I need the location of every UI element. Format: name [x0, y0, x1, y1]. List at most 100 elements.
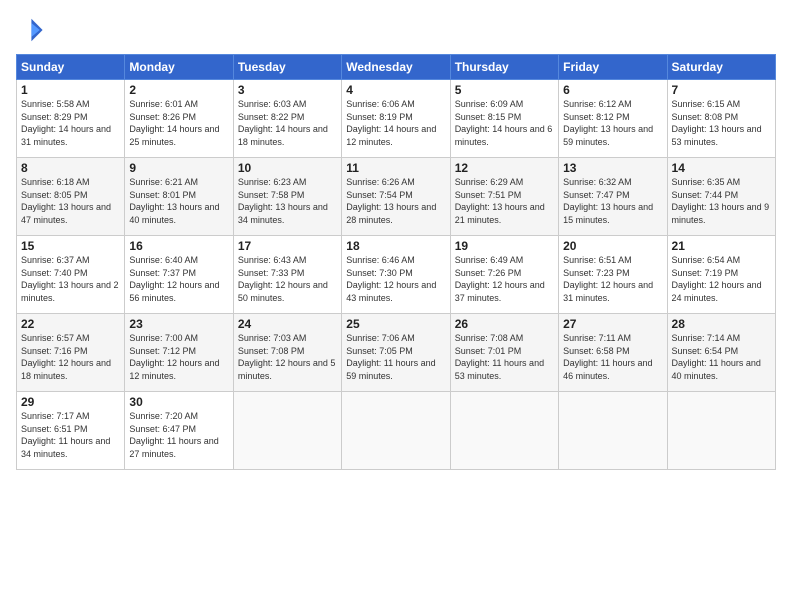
- calendar-cell: 22 Sunrise: 6:57 AM Sunset: 7:16 PM Dayl…: [17, 314, 125, 392]
- sunrise: Sunrise: 6:40 AM: [129, 255, 198, 265]
- sunset: Sunset: 7:01 PM: [455, 346, 522, 356]
- sunset: Sunset: 7:05 PM: [346, 346, 413, 356]
- sunrise: Sunrise: 6:15 AM: [672, 99, 741, 109]
- day-number: 27: [563, 317, 662, 331]
- daylight-label: Daylight: 12 hours and 43 minutes.: [346, 280, 436, 303]
- sunset: Sunset: 7:30 PM: [346, 268, 413, 278]
- day-number: 3: [238, 83, 337, 97]
- sunset: Sunset: 7:12 PM: [129, 346, 196, 356]
- calendar-week-5: 29 Sunrise: 7:17 AM Sunset: 6:51 PM Dayl…: [17, 392, 776, 470]
- day-info: Sunrise: 6:15 AM Sunset: 8:08 PM Dayligh…: [672, 98, 771, 148]
- day-number: 16: [129, 239, 228, 253]
- page: Sunday Monday Tuesday Wednesday Thursday…: [0, 0, 792, 612]
- daylight-label: Daylight: 13 hours and 59 minutes.: [563, 124, 653, 147]
- calendar-cell: 16 Sunrise: 6:40 AM Sunset: 7:37 PM Dayl…: [125, 236, 233, 314]
- sunrise: Sunrise: 7:00 AM: [129, 333, 198, 343]
- calendar-cell: 11 Sunrise: 6:26 AM Sunset: 7:54 PM Dayl…: [342, 158, 450, 236]
- calendar-cell: 23 Sunrise: 7:00 AM Sunset: 7:12 PM Dayl…: [125, 314, 233, 392]
- sunrise: Sunrise: 7:11 AM: [563, 333, 631, 343]
- sunrise: Sunrise: 6:46 AM: [346, 255, 415, 265]
- sunrise: Sunrise: 6:18 AM: [21, 177, 90, 187]
- daylight-label: Daylight: 12 hours and 56 minutes.: [129, 280, 219, 303]
- sunset: Sunset: 7:19 PM: [672, 268, 739, 278]
- sunset: Sunset: 6:51 PM: [21, 424, 88, 434]
- header-saturday: Saturday: [667, 55, 775, 80]
- day-info: Sunrise: 7:08 AM Sunset: 7:01 PM Dayligh…: [455, 332, 554, 382]
- daylight-label: Daylight: 13 hours and 40 minutes.: [129, 202, 219, 225]
- day-number: 19: [455, 239, 554, 253]
- sunset: Sunset: 7:37 PM: [129, 268, 196, 278]
- day-number: 18: [346, 239, 445, 253]
- day-number: 5: [455, 83, 554, 97]
- daylight-label: Daylight: 12 hours and 5 minutes.: [238, 358, 336, 381]
- sunset: Sunset: 6:54 PM: [672, 346, 739, 356]
- day-info: Sunrise: 7:17 AM Sunset: 6:51 PM Dayligh…: [21, 410, 120, 460]
- day-number: 9: [129, 161, 228, 175]
- daylight-label: Daylight: 11 hours and 34 minutes.: [21, 436, 110, 459]
- logo: [16, 16, 48, 44]
- calendar-cell: 8 Sunrise: 6:18 AM Sunset: 8:05 PM Dayli…: [17, 158, 125, 236]
- day-info: Sunrise: 6:37 AM Sunset: 7:40 PM Dayligh…: [21, 254, 120, 304]
- daylight-label: Daylight: 11 hours and 40 minutes.: [672, 358, 761, 381]
- calendar-cell: 2 Sunrise: 6:01 AM Sunset: 8:26 PM Dayli…: [125, 80, 233, 158]
- calendar-cell: 6 Sunrise: 6:12 AM Sunset: 8:12 PM Dayli…: [559, 80, 667, 158]
- daylight-label: Daylight: 11 hours and 27 minutes.: [129, 436, 218, 459]
- sunrise: Sunrise: 7:08 AM: [455, 333, 524, 343]
- sunrise: Sunrise: 6:23 AM: [238, 177, 307, 187]
- header-monday: Monday: [125, 55, 233, 80]
- sunset: Sunset: 7:23 PM: [563, 268, 630, 278]
- sunrise: Sunrise: 7:17 AM: [21, 411, 90, 421]
- logo-icon: [16, 16, 44, 44]
- day-number: 24: [238, 317, 337, 331]
- day-info: Sunrise: 7:11 AM Sunset: 6:58 PM Dayligh…: [563, 332, 662, 382]
- daylight-label: Daylight: 13 hours and 15 minutes.: [563, 202, 653, 225]
- header-row: Sunday Monday Tuesday Wednesday Thursday…: [17, 55, 776, 80]
- day-info: Sunrise: 6:51 AM Sunset: 7:23 PM Dayligh…: [563, 254, 662, 304]
- daylight-label: Daylight: 14 hours and 12 minutes.: [346, 124, 436, 147]
- sunrise: Sunrise: 6:54 AM: [672, 255, 741, 265]
- day-info: Sunrise: 7:14 AM Sunset: 6:54 PM Dayligh…: [672, 332, 771, 382]
- calendar-cell: 28 Sunrise: 7:14 AM Sunset: 6:54 PM Dayl…: [667, 314, 775, 392]
- day-info: Sunrise: 7:06 AM Sunset: 7:05 PM Dayligh…: [346, 332, 445, 382]
- calendar-week-4: 22 Sunrise: 6:57 AM Sunset: 7:16 PM Dayl…: [17, 314, 776, 392]
- calendar-cell: 24 Sunrise: 7:03 AM Sunset: 7:08 PM Dayl…: [233, 314, 341, 392]
- day-number: 20: [563, 239, 662, 253]
- day-number: 11: [346, 161, 445, 175]
- sunrise: Sunrise: 6:49 AM: [455, 255, 524, 265]
- day-number: 30: [129, 395, 228, 409]
- day-number: 2: [129, 83, 228, 97]
- day-number: 23: [129, 317, 228, 331]
- daylight-label: Daylight: 13 hours and 2 minutes.: [21, 280, 119, 303]
- day-number: 15: [21, 239, 120, 253]
- sunset: Sunset: 7:26 PM: [455, 268, 522, 278]
- sunrise: Sunrise: 6:57 AM: [21, 333, 90, 343]
- calendar-week-3: 15 Sunrise: 6:37 AM Sunset: 7:40 PM Dayl…: [17, 236, 776, 314]
- day-number: 25: [346, 317, 445, 331]
- sunrise: Sunrise: 6:35 AM: [672, 177, 741, 187]
- sunset: Sunset: 8:01 PM: [129, 190, 196, 200]
- day-number: 26: [455, 317, 554, 331]
- sunset: Sunset: 7:58 PM: [238, 190, 305, 200]
- day-number: 13: [563, 161, 662, 175]
- calendar-cell: [233, 392, 341, 470]
- sunset: Sunset: 7:08 PM: [238, 346, 305, 356]
- daylight-label: Daylight: 13 hours and 47 minutes.: [21, 202, 111, 225]
- sunset: Sunset: 7:51 PM: [455, 190, 522, 200]
- day-info: Sunrise: 7:03 AM Sunset: 7:08 PM Dayligh…: [238, 332, 337, 382]
- day-info: Sunrise: 7:20 AM Sunset: 6:47 PM Dayligh…: [129, 410, 228, 460]
- sunset: Sunset: 8:29 PM: [21, 112, 88, 122]
- day-number: 8: [21, 161, 120, 175]
- sunrise: Sunrise: 7:14 AM: [672, 333, 741, 343]
- day-number: 12: [455, 161, 554, 175]
- sunset: Sunset: 8:26 PM: [129, 112, 196, 122]
- sunset: Sunset: 6:58 PM: [563, 346, 630, 356]
- sunrise: Sunrise: 6:37 AM: [21, 255, 90, 265]
- day-number: 29: [21, 395, 120, 409]
- daylight-label: Daylight: 13 hours and 28 minutes.: [346, 202, 436, 225]
- day-info: Sunrise: 6:26 AM Sunset: 7:54 PM Dayligh…: [346, 176, 445, 226]
- calendar-cell: 26 Sunrise: 7:08 AM Sunset: 7:01 PM Dayl…: [450, 314, 558, 392]
- day-info: Sunrise: 6:32 AM Sunset: 7:47 PM Dayligh…: [563, 176, 662, 226]
- daylight-label: Daylight: 14 hours and 25 minutes.: [129, 124, 219, 147]
- sunset: Sunset: 8:22 PM: [238, 112, 305, 122]
- sunrise: Sunrise: 6:12 AM: [563, 99, 632, 109]
